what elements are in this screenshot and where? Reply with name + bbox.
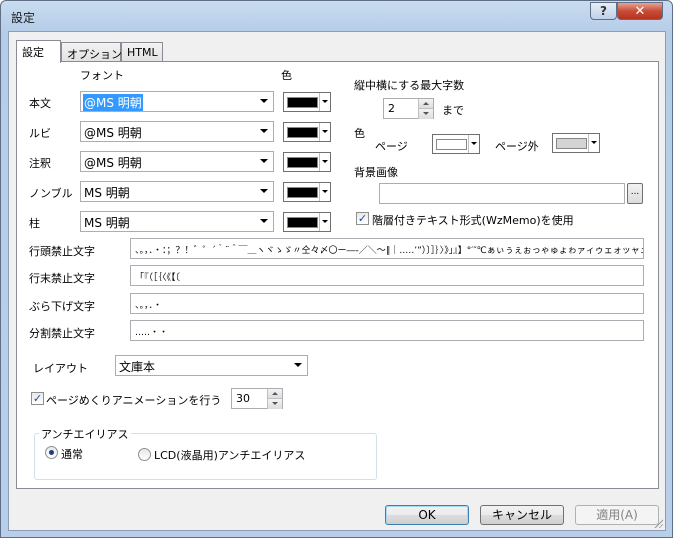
tab-settings[interactable]: 設定 bbox=[16, 40, 61, 63]
color-swatch bbox=[287, 217, 318, 228]
color-picker-body[interactable] bbox=[283, 92, 331, 112]
chevron-down-icon bbox=[260, 129, 268, 133]
chevron-down-icon bbox=[260, 189, 268, 193]
dialog-body: 設定 オプション HTML フォント 色 本文 @MS 明朝 ルビ @MS 明朝… bbox=[8, 31, 666, 531]
row-label-header: 柱 bbox=[29, 217, 40, 230]
stepper-value: 2 bbox=[388, 102, 395, 115]
tab-options[interactable]: オプション bbox=[61, 42, 122, 62]
font-value: @MS 明朝 bbox=[84, 126, 142, 140]
color-swatch bbox=[287, 127, 318, 138]
color-header: 色 bbox=[281, 69, 292, 82]
kinsoku-line-end-input[interactable]: 「『（［｛〈《【〔 bbox=[130, 265, 644, 286]
tatechuyoko-suffix: まで bbox=[442, 104, 464, 117]
background-image-input[interactable] bbox=[379, 183, 625, 204]
color-picker-note[interactable] bbox=[283, 152, 331, 172]
layout-value: 文庫本 bbox=[119, 360, 156, 374]
kinsoku-label-line-head: 行頭禁止文字 bbox=[29, 245, 95, 258]
color-picker-nombre[interactable] bbox=[283, 182, 331, 202]
color-picker-header[interactable] bbox=[283, 212, 331, 232]
font-value: MS 明朝 bbox=[84, 186, 130, 200]
background-image-label: 背景画像 bbox=[354, 166, 398, 179]
color-swatch bbox=[556, 138, 587, 149]
color-swatch bbox=[436, 139, 467, 150]
checkmark-icon: ✓ bbox=[32, 392, 43, 405]
row-label-note: 注釈 bbox=[29, 157, 51, 170]
page-color-label: 色 bbox=[354, 127, 365, 140]
tab-html[interactable]: HTML bbox=[121, 42, 163, 62]
settings-panel: フォント 色 本文 @MS 明朝 ルビ @MS 明朝 注釈 @MS 明朝 ノンブ… bbox=[16, 61, 659, 489]
color-picker-ruby[interactable] bbox=[283, 122, 331, 142]
kinsoku-label-hanging: ぶら下げ文字 bbox=[29, 300, 95, 313]
close-icon: ✕ bbox=[634, 3, 646, 19]
chevron-down-icon bbox=[319, 183, 330, 201]
apply-button[interactable]: 適用(A) bbox=[575, 505, 659, 525]
font-value: @MS 明朝 bbox=[84, 156, 142, 170]
help-icon: ? bbox=[600, 4, 607, 18]
kinsoku-nosplit-input[interactable]: ‥…・・ bbox=[130, 320, 644, 341]
font-select-ruby[interactable]: @MS 明朝 bbox=[80, 121, 274, 142]
antialias-lcd-label: LCD(液晶用)アンチエイリアス bbox=[154, 449, 306, 462]
tatechuyoko-stepper[interactable]: 2 bbox=[383, 98, 434, 119]
kinsoku-label-line-end: 行末禁止文字 bbox=[29, 272, 95, 285]
kinsoku-label-nosplit: 分割禁止文字 bbox=[29, 327, 95, 340]
cancel-button[interactable]: キャンセル bbox=[480, 505, 564, 525]
font-header: フォント bbox=[80, 69, 124, 82]
chevron-down-icon bbox=[294, 363, 302, 367]
chevron-down-icon bbox=[260, 159, 268, 163]
stepper-down-icon[interactable] bbox=[418, 109, 433, 119]
antialias-group-title: アンチエイリアス bbox=[39, 426, 131, 442]
layout-select[interactable]: 文庫本 bbox=[115, 355, 308, 376]
antialias-normal-label: 通常 bbox=[61, 448, 83, 461]
chevron-down-icon bbox=[260, 219, 268, 223]
font-select-body[interactable]: @MS 明朝 bbox=[80, 91, 274, 112]
color-swatch bbox=[287, 97, 318, 108]
chevron-down-icon bbox=[260, 99, 268, 103]
page-animation-label: ページめくりアニメーションを行う bbox=[46, 394, 222, 407]
layout-label: レイアウト bbox=[33, 362, 88, 375]
page-color-picker[interactable] bbox=[432, 134, 480, 154]
chevron-down-icon bbox=[319, 93, 330, 111]
row-label-body: 本文 bbox=[29, 97, 51, 110]
chevron-down-icon bbox=[319, 123, 330, 141]
page-outside-label: ページ外 bbox=[495, 140, 539, 153]
page-animation-stepper[interactable]: 30 bbox=[231, 388, 283, 409]
tatechuyoko-label: 縦中横にする最大字数 bbox=[354, 79, 465, 92]
background-browse-button[interactable]: ... bbox=[627, 183, 643, 204]
kinsoku-hanging-input[interactable]: 、。，．・ bbox=[130, 293, 644, 314]
stepper-up-icon[interactable] bbox=[418, 99, 433, 109]
page-outside-color-picker[interactable] bbox=[552, 133, 600, 153]
page-color-page-label: ページ bbox=[375, 140, 408, 153]
chevron-down-icon bbox=[588, 134, 599, 152]
title-bar[interactable]: 設定 ? ✕ bbox=[1, 1, 672, 31]
font-select-nombre[interactable]: MS 明朝 bbox=[80, 181, 274, 202]
layered-text-checkbox[interactable]: ✓ bbox=[356, 212, 369, 225]
stepper-down-icon[interactable] bbox=[267, 399, 282, 409]
help-button[interactable]: ? bbox=[590, 2, 617, 20]
window-title: 設定 bbox=[11, 11, 36, 25]
row-label-nombre: ノンブル bbox=[29, 187, 73, 200]
font-select-note[interactable]: @MS 明朝 bbox=[80, 151, 274, 172]
kinsoku-line-head-input[interactable]: 、。，．・：；？！゛゜´｀¨＾￣＿ヽヾゝゞ〃仝々〆〇ー―‐／＼～∥｜…‥’”）〕… bbox=[130, 238, 644, 259]
font-select-header[interactable]: MS 明朝 bbox=[80, 211, 274, 232]
font-value: @MS 明朝 bbox=[83, 94, 143, 111]
settings-window: 設定 ? ✕ 設定 オプション HTML フォント 色 本文 @MS 明朝 ルビ… bbox=[0, 0, 673, 538]
close-button[interactable]: ✕ bbox=[617, 2, 663, 20]
antialias-normal-radio[interactable] bbox=[45, 446, 58, 459]
page-animation-checkbox[interactable]: ✓ bbox=[31, 392, 44, 405]
antialias-lcd-radio[interactable] bbox=[138, 448, 151, 461]
row-label-ruby: ルビ bbox=[29, 127, 51, 140]
chevron-down-icon bbox=[319, 213, 330, 231]
layered-text-label: 階層付きテキスト形式(WzMemo)を使用 bbox=[372, 214, 574, 227]
chevron-down-icon bbox=[319, 153, 330, 171]
ok-button[interactable]: OK bbox=[385, 505, 469, 525]
chevron-down-icon bbox=[468, 135, 479, 153]
stepper-up-icon[interactable] bbox=[267, 389, 282, 399]
checkmark-icon: ✓ bbox=[357, 212, 368, 225]
color-swatch bbox=[287, 187, 318, 198]
font-value: MS 明朝 bbox=[84, 216, 130, 230]
color-swatch bbox=[287, 157, 318, 168]
stepper-value: 30 bbox=[236, 392, 250, 405]
